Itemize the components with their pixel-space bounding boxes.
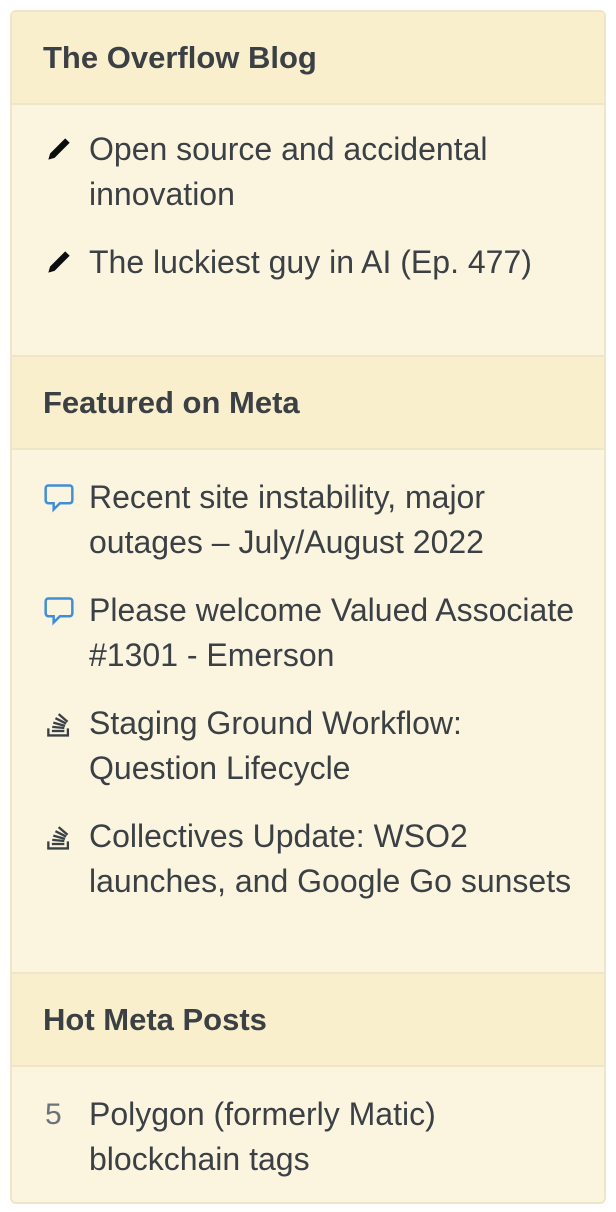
hot-meta-list: 5 Polygon (formerly Matic) blockchain ta… [12, 1067, 604, 1182]
hot-meta-link[interactable]: Polygon (formerly Matic) blockchain tags [89, 1096, 436, 1177]
list-item[interactable]: Recent site instability, major outages –… [12, 475, 604, 565]
list-item[interactable]: Please welcome Valued Associate #1301 - … [12, 588, 604, 678]
featured-meta-header: Featured on Meta [12, 355, 604, 450]
blog-link[interactable]: Open source and accidental innovation [89, 131, 487, 212]
list-item[interactable]: The luckiest guy in AI (Ep. 477) [12, 240, 604, 285]
stack-overflow-logo-icon [47, 826, 70, 850]
pencil-icon [48, 138, 70, 160]
sidebar-widget: The Overflow Blog Open source and accide… [10, 10, 606, 1204]
pencil-icon [48, 251, 70, 273]
post-score: 5 [45, 1098, 62, 1131]
blog-link[interactable]: The luckiest guy in AI (Ep. 477) [89, 244, 532, 280]
list-item[interactable]: Open source and accidental innovation [12, 127, 604, 217]
featured-meta-list: Recent site instability, major outages –… [12, 450, 604, 972]
overflow-blog-list: Open source and accidental innovation Th… [12, 105, 604, 355]
stack-overflow-logo-icon [47, 713, 70, 737]
meta-link[interactable]: Recent site instability, major outages –… [89, 479, 485, 560]
overflow-blog-header: The Overflow Blog [12, 12, 604, 105]
chat-bubble-icon [44, 597, 74, 626]
hot-meta-title: Hot Meta Posts [43, 1001, 267, 1037]
overflow-blog-title: The Overflow Blog [43, 39, 317, 75]
meta-link[interactable]: Collectives Update: WSO2 launches, and G… [89, 818, 571, 899]
list-item[interactable]: 5 Polygon (formerly Matic) blockchain ta… [12, 1092, 604, 1182]
list-item[interactable]: Collectives Update: WSO2 launches, and G… [12, 814, 604, 904]
hot-meta-header: Hot Meta Posts [12, 972, 604, 1067]
featured-meta-title: Featured on Meta [43, 384, 300, 420]
meta-link[interactable]: Please welcome Valued Associate #1301 - … [89, 592, 574, 673]
chat-bubble-icon [44, 484, 74, 513]
list-item[interactable]: Staging Ground Workflow: Question Lifecy… [12, 701, 604, 791]
meta-link[interactable]: Staging Ground Workflow: Question Lifecy… [89, 705, 462, 786]
